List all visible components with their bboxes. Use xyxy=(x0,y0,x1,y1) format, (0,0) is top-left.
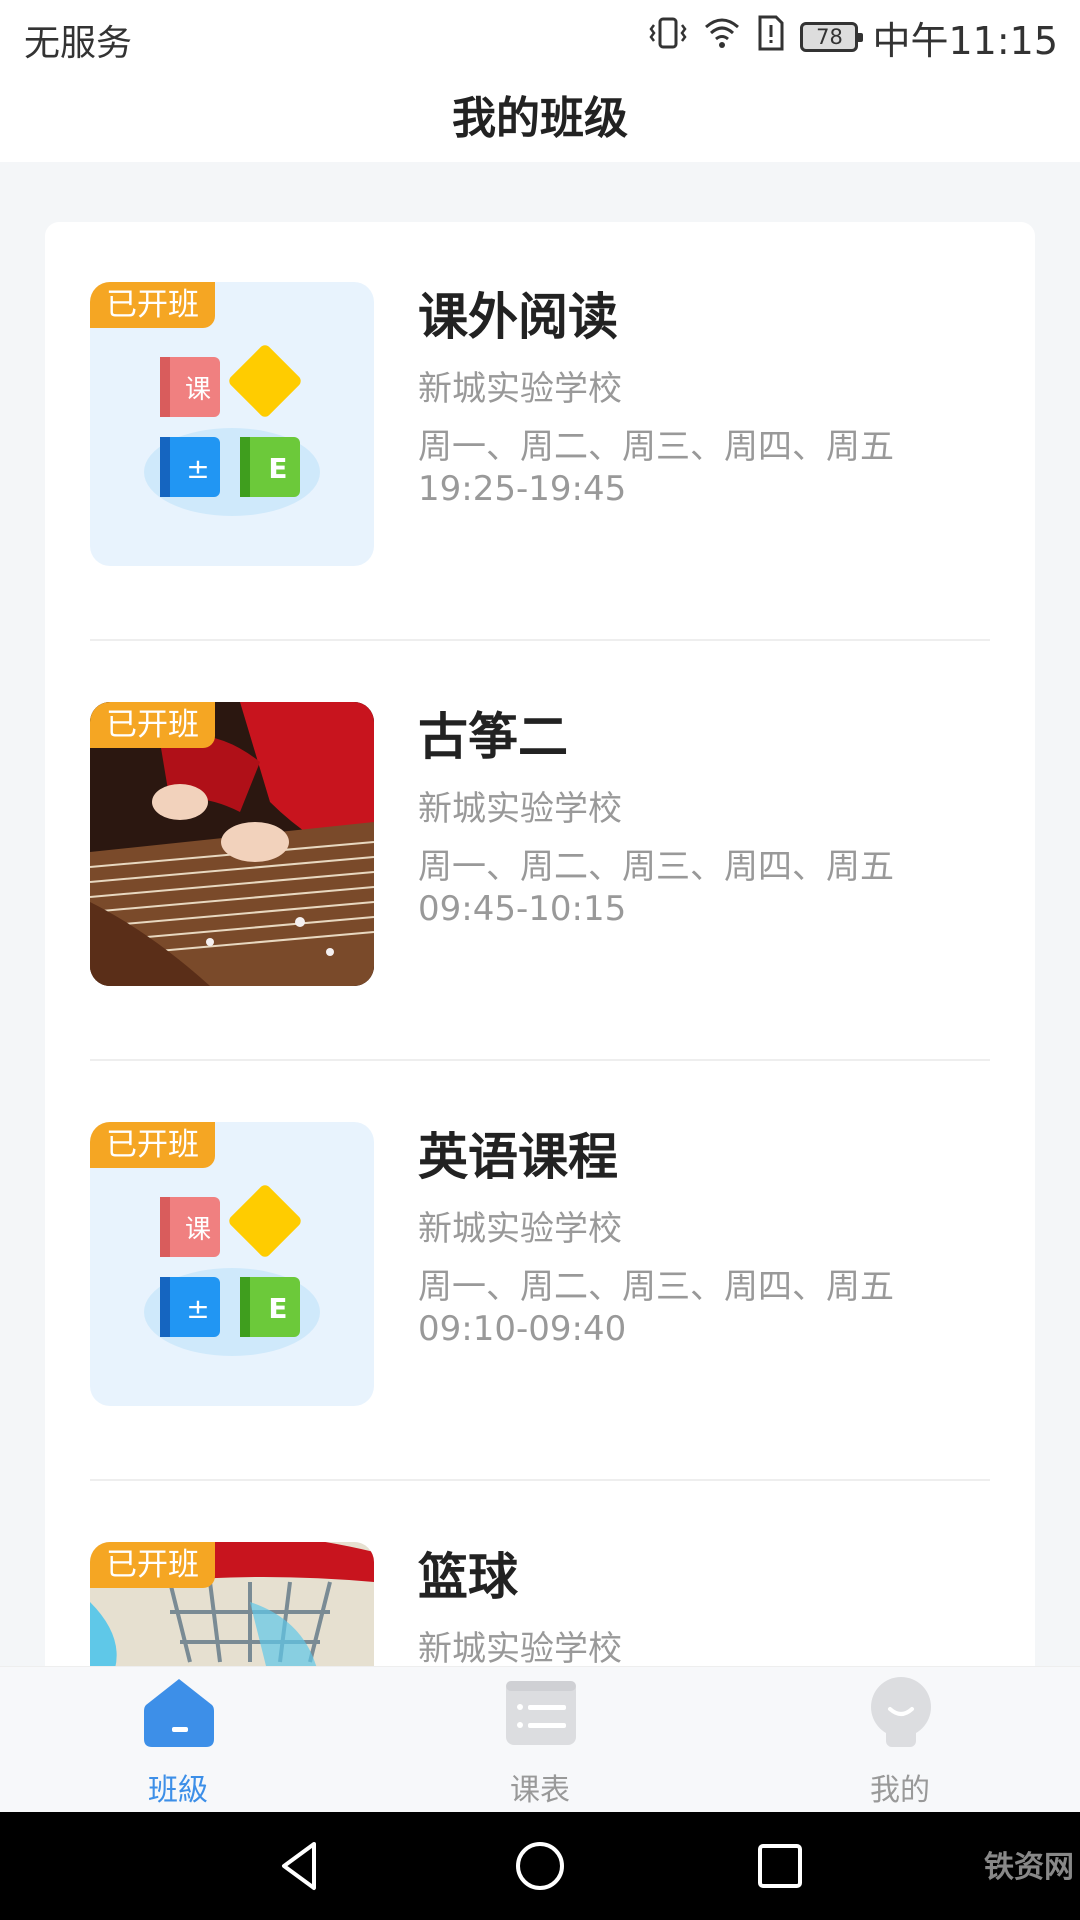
wifi-icon xyxy=(702,13,742,62)
tab-classes[interactable]: 班級 xyxy=(78,1667,278,1813)
class-item[interactable]: 已开班 课 ± E 课外阅读 新城实验学校 周一、周二、周三、周四、周五 19:… xyxy=(45,222,1035,642)
class-thumbnail: 已开班 课 ± E xyxy=(90,1122,374,1406)
home-circle-icon[interactable] xyxy=(510,1836,570,1896)
vibrate-icon xyxy=(648,13,688,62)
class-title: 古筝二 xyxy=(418,708,568,766)
status-icons: 78 中午11:15 xyxy=(648,12,1058,63)
divider xyxy=(90,639,990,641)
class-title: 篮球 xyxy=(418,1548,518,1606)
class-days: 周一、周二、周三、周四、周五 xyxy=(418,427,894,467)
page-title: 我的班级 xyxy=(452,93,628,144)
book-label: E xyxy=(268,1292,287,1325)
status-bar: 无服务 78 中午11:15 xyxy=(0,0,1080,76)
schedule-icon xyxy=(504,1675,578,1749)
book-label: 课 xyxy=(185,375,211,405)
divider xyxy=(90,1059,990,1061)
back-icon[interactable] xyxy=(270,1836,330,1896)
watermark-logo: 铁资网 xyxy=(984,1850,1074,1885)
tab-label: 我的 xyxy=(870,1773,930,1808)
class-title: 课外阅读 xyxy=(418,288,618,346)
class-time: 09:45-10:15 xyxy=(418,889,627,929)
battery-icon: 78 xyxy=(800,22,864,52)
system-nav-bar xyxy=(0,1812,1080,1920)
class-time: 19:25-19:45 xyxy=(418,469,627,509)
tab-schedule[interactable]: 课表 xyxy=(440,1667,640,1813)
book-label: E xyxy=(268,452,287,485)
class-thumbnail: 已开班 xyxy=(90,702,374,986)
clock-text: 中午11:15 xyxy=(872,18,1058,63)
class-days: 周一、周二、周三、周四、周五 xyxy=(418,847,894,887)
sim-alert-icon xyxy=(756,13,786,62)
tab-label: 课表 xyxy=(510,1773,570,1808)
status-badge: 已开班 xyxy=(90,1122,215,1168)
class-thumbnail: 已开班 课 ± E xyxy=(90,282,374,566)
class-item[interactable]: 已开班 古筝二 新城实验学校 周一、周二、周三、周四、周五 09:45-10:1… xyxy=(45,642,1035,1062)
class-title: 英语课程 xyxy=(418,1128,618,1186)
class-time: 09:10-09:40 xyxy=(418,1309,627,1349)
tab-profile[interactable]: 我的 xyxy=(800,1667,1000,1813)
title-bar: 我的班级 xyxy=(0,76,1080,162)
class-info: 课外阅读 新城实验学校 周一、周二、周三、周四、周五 19:25-19:45 xyxy=(418,282,998,510)
class-school: 新城实验学校 xyxy=(418,1209,622,1249)
status-badge: 已开班 xyxy=(90,702,215,748)
divider xyxy=(90,1479,990,1481)
class-list: 已开班 课 ± E 课外阅读 新城实验学校 周一、周二、周三、周四、周五 19:… xyxy=(45,222,1035,1722)
class-item[interactable]: 已开班 课 ± E 英语课程 新城实验学校 周一、周二、周三、周四、周五 09:… xyxy=(45,1062,1035,1482)
book-label: ± xyxy=(186,452,209,485)
class-school: 新城实验学校 xyxy=(418,789,622,829)
tab-label: 班級 xyxy=(148,1773,208,1808)
class-info: 篮球 新城实验学校 xyxy=(418,1542,998,1674)
home-icon xyxy=(142,1675,216,1749)
class-info: 古筝二 新城实验学校 周一、周二、周三、周四、周五 09:45-10:15 xyxy=(418,702,998,930)
tab-bar: 班級 课表 我的 xyxy=(0,1666,1080,1812)
carrier-text: 无服务 xyxy=(24,23,133,64)
recents-icon[interactable] xyxy=(750,1836,810,1896)
class-info: 英语课程 新城实验学校 周一、周二、周三、周四、周五 09:10-09:40 xyxy=(418,1122,998,1350)
status-badge: 已开班 xyxy=(90,282,215,328)
book-label: ± xyxy=(186,1292,209,1325)
status-badge: 已开班 xyxy=(90,1542,215,1588)
class-school: 新城实验学校 xyxy=(418,369,622,409)
profile-icon xyxy=(864,1675,938,1749)
class-days: 周一、周二、周三、周四、周五 xyxy=(418,1267,894,1307)
book-label: 课 xyxy=(185,1215,211,1245)
